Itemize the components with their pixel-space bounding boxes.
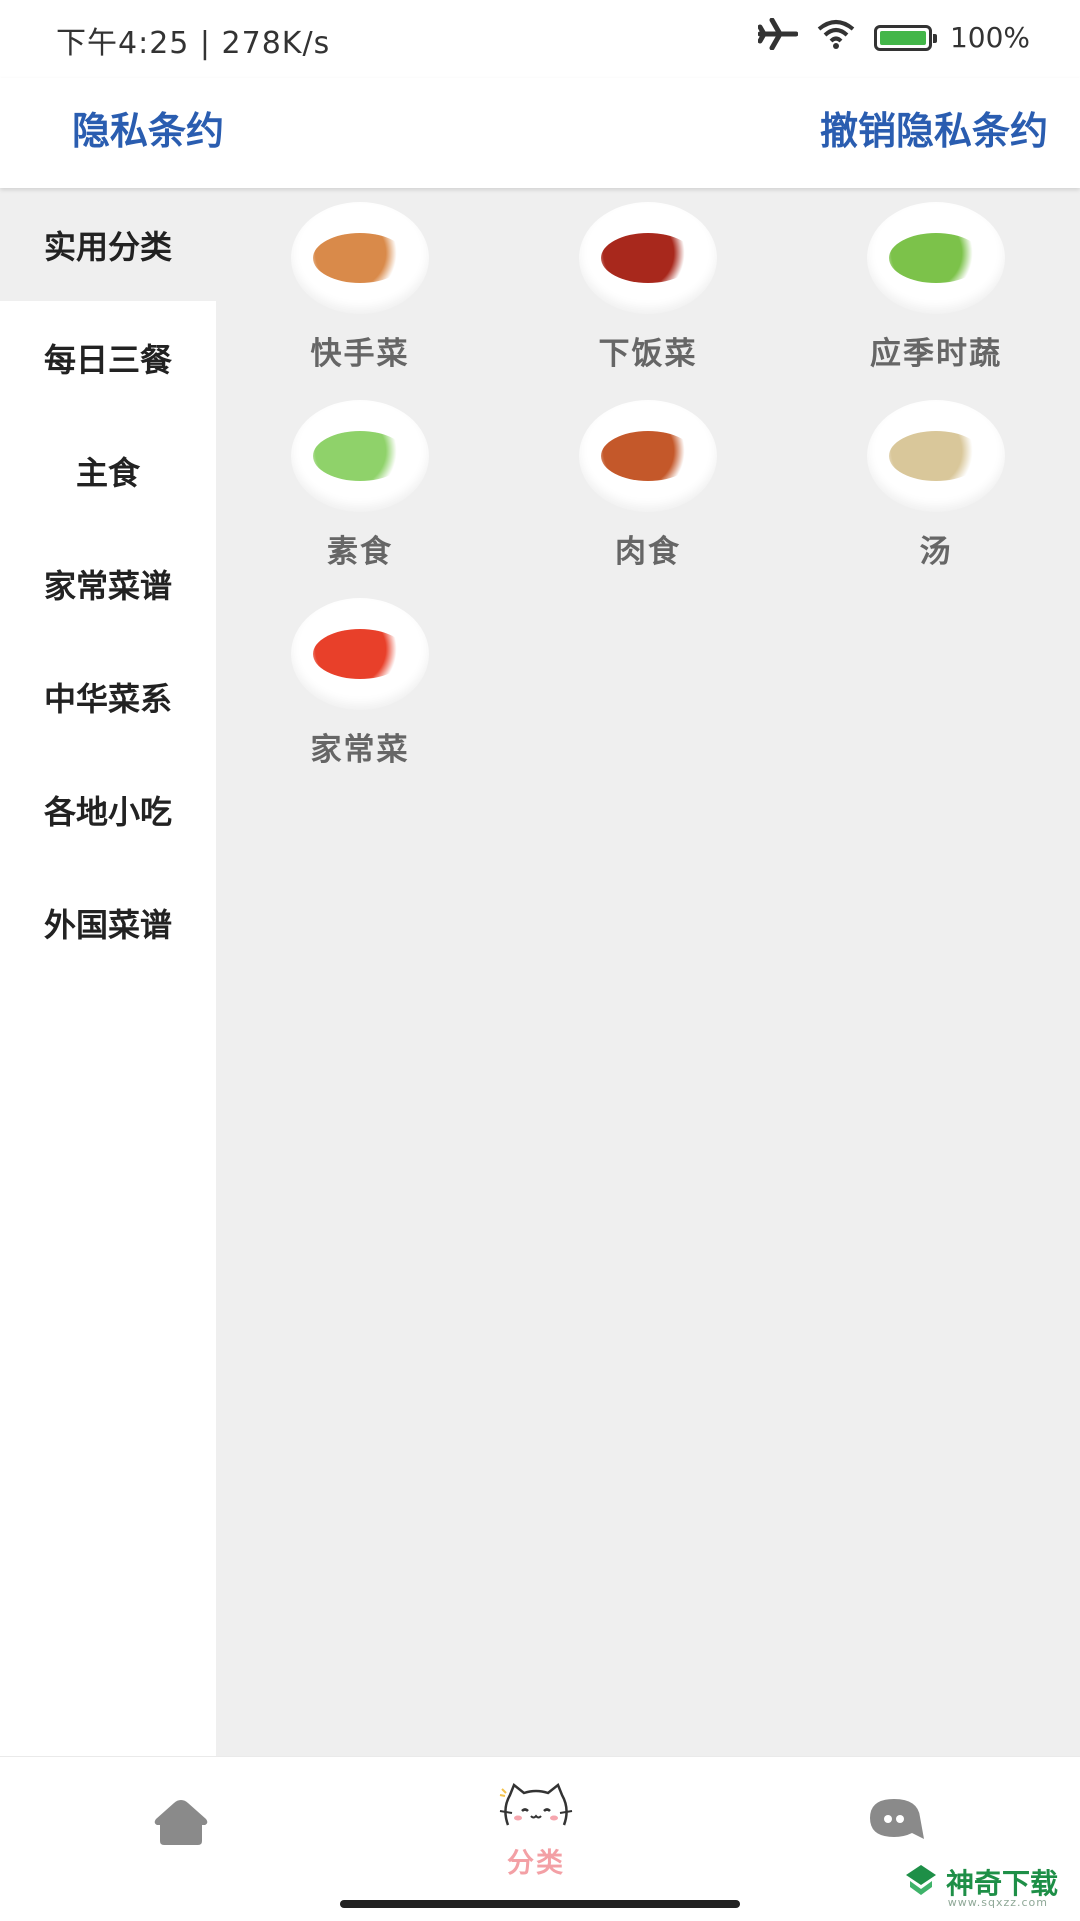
sidebar-item-label: 外国菜谱: [43, 905, 172, 944]
watermark-sub: www.sqxzz.com: [947, 1896, 1048, 1909]
nav-category[interactable]: 分类: [498, 1781, 574, 1880]
battery-percent: 100%: [949, 21, 1030, 54]
sidebar-item-staple-food[interactable]: 主食: [0, 414, 216, 527]
category-sidebar: 实用分类 每日三餐 主食 家常菜谱 中华菜系 各地小吃 外国菜谱: [0, 188, 216, 1756]
dish-image: [867, 400, 1005, 512]
category-item[interactable]: 家常菜: [216, 584, 504, 782]
status-time-speed: 下午4:25 | 278K/s: [56, 26, 331, 61]
home-indicator-bar[interactable]: [340, 1900, 740, 1908]
top-header: 隐私条约 撤销隐私条约: [0, 78, 1080, 188]
watermark: 神奇下载 www.sqxzz.com: [904, 1862, 1058, 1909]
house-icon: [152, 1797, 210, 1851]
food-image: [601, 233, 695, 283]
food-image: [889, 431, 983, 481]
category-label: 下饭菜: [598, 336, 698, 372]
category-label: 应季时蔬: [870, 336, 1002, 372]
sidebar-item-label: 中华菜系: [43, 679, 172, 718]
chat-bubble-icon: [866, 1795, 926, 1849]
nav-category-label: 分类: [507, 1848, 565, 1879]
food-image: [889, 233, 983, 283]
sidebar-item-local-snacks[interactable]: 各地小吃: [0, 753, 216, 866]
dish-image: [291, 202, 429, 314]
category-item[interactable]: 肉食: [504, 386, 792, 584]
category-item[interactable]: 应季时蔬: [792, 188, 1080, 386]
dish-image: [867, 202, 1005, 314]
sidebar-item-label: 每日三餐: [43, 340, 172, 379]
sidebar-item-label: 主食: [75, 453, 140, 492]
dish-image: [579, 400, 717, 512]
nav-home[interactable]: [152, 1797, 210, 1851]
food-image: [313, 629, 407, 679]
sidebar-item-label: 家常菜谱: [43, 566, 172, 605]
airplane-icon: [757, 17, 799, 57]
dish-image: [579, 202, 717, 314]
category-label: 汤: [919, 534, 953, 570]
sidebar-item-chinese-cuisines[interactable]: 中华菜系: [0, 640, 216, 753]
privacy-policy-link[interactable]: 隐私条约: [72, 100, 224, 155]
sidebar-item-label: 实用分类: [43, 227, 172, 266]
food-image: [313, 431, 407, 481]
battery-charging-icon: [873, 24, 937, 51]
wifi-icon: [816, 18, 856, 57]
revoke-privacy-link[interactable]: 撤销隐私条约: [820, 100, 1048, 155]
cat-face-icon: [498, 1781, 574, 1835]
category-item[interactable]: 下饭菜: [504, 188, 792, 386]
watermark-logo-icon: [904, 1863, 938, 1901]
sidebar-item-three-meals[interactable]: 每日三餐: [0, 301, 216, 414]
category-content: 快手菜 下饭菜 应季时蔬 素食 肉食 汤 家常菜: [216, 188, 1080, 1756]
category-item[interactable]: 汤: [792, 386, 1080, 584]
sidebar-item-home-recipes[interactable]: 家常菜谱: [0, 527, 216, 640]
food-image: [601, 431, 695, 481]
status-bar: 下午4:25 | 278K/s 100%: [0, 0, 1080, 78]
sidebar-item-practical[interactable]: 实用分类: [0, 188, 216, 301]
sidebar-item-label: 各地小吃: [43, 792, 172, 831]
nav-message[interactable]: [866, 1795, 926, 1849]
category-label: 快手菜: [310, 336, 410, 372]
category-item[interactable]: 快手菜: [216, 188, 504, 386]
dish-image: [291, 598, 429, 710]
category-item[interactable]: 素食: [216, 386, 504, 584]
category-label: 素食: [327, 534, 393, 570]
status-icons: 100%: [757, 17, 1030, 57]
sidebar-item-foreign-recipes[interactable]: 外国菜谱: [0, 866, 216, 979]
category-grid: 快手菜 下饭菜 应季时蔬 素食 肉食 汤 家常菜: [216, 188, 1080, 782]
dish-image: [291, 400, 429, 512]
category-label: 家常菜: [310, 732, 410, 768]
food-image: [313, 233, 407, 283]
category-label: 肉食: [615, 534, 681, 570]
